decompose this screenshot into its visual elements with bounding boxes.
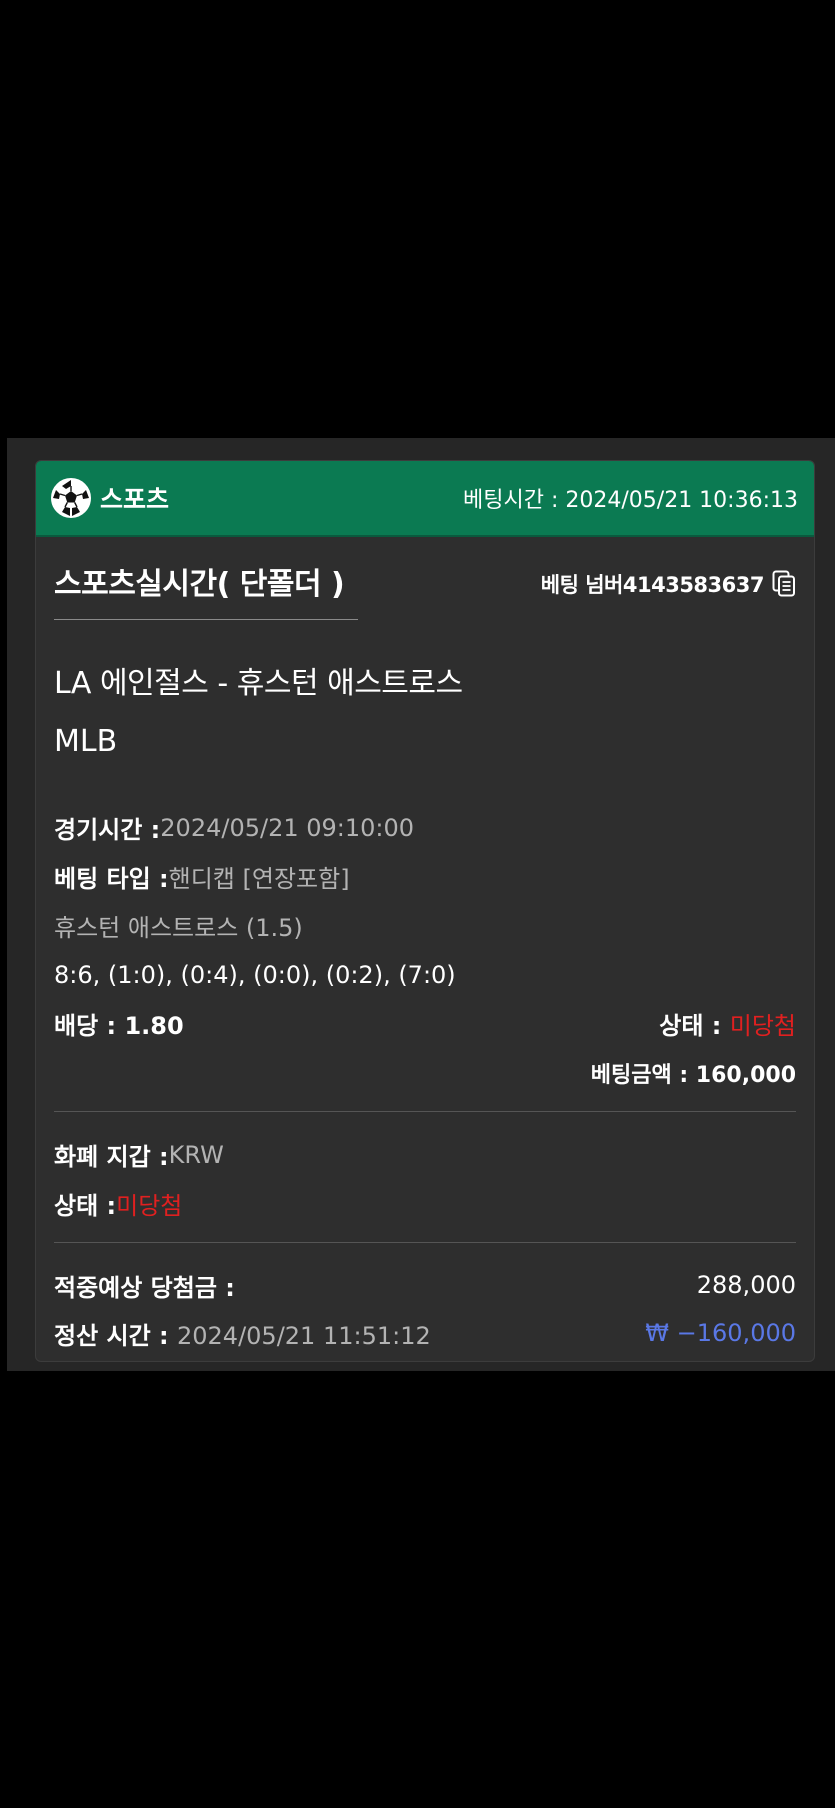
bet-type-row: 베팅 타입 : 핸디캡 [연장포함] [54, 852, 796, 901]
soccer-ball-icon [51, 478, 91, 518]
bet-number[interactable]: 베팅 넘버4143583637 [541, 569, 796, 599]
bet-type-label: 베팅 타입 : [54, 865, 169, 893]
settlement-time-label: 정산 시간 : [54, 1321, 177, 1350]
status-value: 미당첨 [729, 1012, 796, 1040]
bet-number-text: 베팅 넘버4143583637 [540, 573, 765, 597]
currency-label: 화폐 지갑 : [54, 1143, 169, 1171]
card-body: 스포츠실시간( 단폴더 ) 베팅 넘버4143583637 LA 에인절스 - … [36, 537, 814, 1357]
expected-win-row: 적중예상 당첨금 : 288,000 [54, 1261, 796, 1309]
market-title: 스포츠실시간( 단폴더 ) [54, 559, 358, 620]
divider [54, 1111, 796, 1112]
bet-type-value: 핸디캡 [연장포함] [168, 865, 350, 893]
bet-amount: 베팅금액 : 160,000 [590, 1062, 796, 1088]
settlement-result-value: ₩ −160,000 [645, 1319, 796, 1347]
title-row: 스포츠실시간( 단폴더 ) 베팅 넘버4143583637 [54, 537, 796, 620]
payment-section: 화폐 지갑 : KRW 상태 : 미당첨 [54, 1130, 796, 1228]
settlement-time-group: 정산 시간 : 2024/05/21 11:51:12 [54, 1316, 431, 1351]
payment-status-label: 상태 : [54, 1192, 117, 1220]
card-header: 스포츠 베팅시간 : 2024/05/21 10:36:13 [36, 461, 814, 537]
selection-row: 휴스턴 애스트로스 (1.5) [54, 901, 796, 950]
payment-status-value: 미당첨 [116, 1192, 183, 1220]
odds-status-row: 배당 : 1.80 상태 : 미당첨 [54, 999, 796, 1048]
status-label: 상태 : [659, 1012, 730, 1040]
score-row: 8:6, (1:0), (0:4), (0:0), (0:2), (7:0) [54, 950, 796, 999]
game-time-row: 경기시간 : 2024/05/21 09:10:00 [54, 803, 796, 852]
status-group: 상태 : 미당첨 [659, 1006, 796, 1041]
bet-amount-row: 베팅금액 : 160,000 [54, 1048, 796, 1097]
game-time-value: 2024/05/21 09:10:00 [160, 813, 415, 842]
league-name: MLB [54, 724, 118, 759]
bet-details: 경기시간 : 2024/05/21 09:10:00 베팅 타입 : 핸디캡 [… [54, 803, 796, 1097]
match-teams: LA 에인절스 - 휴스턴 애스트로스 [54, 666, 463, 701]
copy-icon[interactable] [772, 570, 796, 598]
currency-value: KRW [168, 1140, 224, 1169]
score-value: 8:6, (1:0), (0:4), (0:0), (0:2), (7:0) [54, 960, 456, 989]
bet-card: 스포츠 베팅시간 : 2024/05/21 10:36:13 스포츠실시간( 단… [35, 460, 815, 1362]
settlement-section: 적중예상 당첨금 : 288,000 정산 시간 : 2024/05/21 11… [54, 1261, 796, 1357]
expected-win-label: 적중예상 당첨금 : [54, 1273, 235, 1302]
settlement-time-value: 2024/05/21 11:51:12 [176, 1321, 431, 1350]
selection-value: 휴스턴 애스트로스 (1.5) [54, 914, 303, 942]
payment-status-row: 상태 : 미당첨 [54, 1179, 796, 1228]
bet-time: 베팅시간 : 2024/05/21 10:36:13 [463, 488, 798, 513]
odds-value: 배당 : 1.80 [54, 1012, 184, 1040]
divider [54, 1242, 796, 1243]
brand: 스포츠 [50, 477, 169, 519]
game-time-label: 경기시간 : [54, 816, 161, 844]
brand-label: 스포츠 [100, 485, 170, 514]
currency-row: 화폐 지갑 : KRW [54, 1130, 796, 1179]
expected-win-value: 288,000 [696, 1271, 796, 1299]
settlement-time-row: 정산 시간 : 2024/05/21 11:51:12 ₩ −160,000 [54, 1309, 796, 1357]
